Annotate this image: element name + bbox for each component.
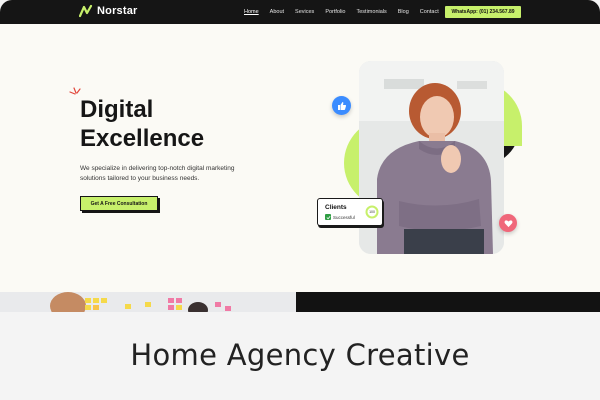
check-icon bbox=[325, 214, 331, 220]
clients-stat-card: Clients Successful 100 bbox=[317, 198, 383, 226]
nav-item-about[interactable]: About bbox=[270, 9, 284, 15]
nav-item-home[interactable]: Home bbox=[244, 9, 259, 15]
thumbs-up-icon bbox=[337, 101, 346, 110]
clients-card-title: Clients bbox=[325, 204, 347, 211]
nav-item-blog[interactable]: Blog bbox=[398, 9, 409, 15]
like-badge bbox=[332, 96, 351, 115]
progress-label: 100 bbox=[369, 210, 375, 214]
top-navbar: Norstar Home About Sevices Portfolio Tes… bbox=[0, 0, 600, 24]
nav-item-contact[interactable]: Contact bbox=[420, 9, 439, 15]
hero-title: Digital Excellence bbox=[80, 95, 280, 153]
heart-badge bbox=[499, 214, 517, 232]
clients-status: Successful bbox=[325, 214, 355, 220]
hero-subtitle-line-1: We specialize in delivering top-notch di… bbox=[80, 165, 235, 172]
nav-item-testimonials[interactable]: Testimonials bbox=[357, 9, 387, 15]
main-menu: Home About Sevices Portfolio Testimonial… bbox=[244, 0, 439, 24]
whatsapp-button[interactable]: WhatsApp: (01) 234.567.89 bbox=[445, 6, 521, 18]
next-section-image bbox=[0, 292, 296, 312]
brand-name: Norstar bbox=[97, 5, 138, 17]
nav-item-services[interactable]: Sevices bbox=[295, 9, 314, 15]
hero-subtitle: We specialize in delivering top-notch di… bbox=[80, 164, 265, 184]
next-section-dark-panel bbox=[296, 292, 600, 312]
hero-subtitle-line-2: solutions tailored to your business need… bbox=[80, 175, 200, 182]
template-caption: Home Agency Creative bbox=[0, 312, 600, 400]
website-preview: Norstar Home About Sevices Portfolio Tes… bbox=[0, 0, 600, 312]
hero-title-line-2: Excellence bbox=[80, 125, 205, 152]
free-consultation-button[interactable]: Get A Free Consultation bbox=[80, 196, 158, 211]
nav-item-portfolio[interactable]: Portfolio bbox=[325, 9, 345, 15]
brand-logo[interactable]: Norstar bbox=[79, 4, 138, 18]
norstar-logo-icon bbox=[79, 4, 93, 18]
caption-title: Home Agency Creative bbox=[130, 337, 470, 372]
hero-title-line-1: Digital bbox=[80, 96, 154, 123]
clients-status-text: Successful bbox=[333, 214, 355, 220]
heart-icon bbox=[504, 219, 512, 227]
